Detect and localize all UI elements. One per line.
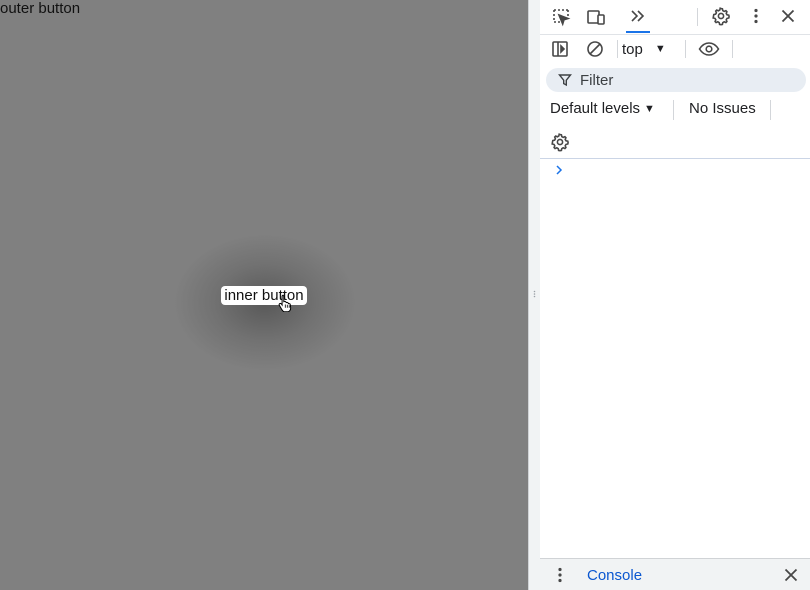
levels-divider xyxy=(770,100,771,120)
tabbar-divider xyxy=(697,8,698,26)
devtools-panel: top ▼ Default leve xyxy=(540,0,810,590)
live-expression-eye-icon[interactable] xyxy=(697,37,721,61)
console-toolbar: top ▼ xyxy=(540,34,810,64)
toolbar-divider xyxy=(617,40,618,58)
filter-box[interactable] xyxy=(546,68,806,92)
filter-input[interactable] xyxy=(580,71,780,89)
active-tab-indicator xyxy=(626,31,650,33)
show-sidebar-icon[interactable] xyxy=(548,37,572,61)
splitter-grip-icon xyxy=(533,290,536,298)
prompt-chevron-icon xyxy=(556,165,563,175)
select-element-icon[interactable] xyxy=(549,5,573,29)
kebab-menu-icon[interactable] xyxy=(744,4,768,28)
close-devtools-icon[interactable] xyxy=(776,4,800,28)
log-levels-label: Default levels xyxy=(550,100,641,117)
console-prompt[interactable] xyxy=(540,160,810,184)
drawer-tab-console[interactable]: Console xyxy=(587,567,642,584)
more-tabs-icon[interactable] xyxy=(626,4,650,28)
toolbar-divider xyxy=(732,40,733,58)
filter-row xyxy=(540,66,810,94)
clear-console-icon[interactable] xyxy=(583,37,607,61)
context-selector-value: top xyxy=(622,40,643,58)
hand-pointer-cursor-icon xyxy=(278,294,292,312)
settings-icon[interactable] xyxy=(709,4,733,28)
console-settings-icon[interactable] xyxy=(548,130,572,154)
page-viewport: outer button inner button xyxy=(0,0,528,590)
issues-counter[interactable]: No Issues xyxy=(689,100,756,117)
console-settings-row xyxy=(540,126,810,159)
inner-button[interactable]: inner button xyxy=(221,286,307,305)
log-levels-arrow-icon: ▼ xyxy=(644,102,655,115)
context-dropdown-arrow-icon: ▼ xyxy=(654,43,666,55)
drawer-tabbar: Console xyxy=(540,558,810,590)
filter-funnel-icon xyxy=(558,74,572,87)
context-selector[interactable]: top ▼ xyxy=(622,39,666,59)
levels-row: Default levels ▼ No Issues xyxy=(540,96,810,124)
levels-divider xyxy=(673,100,674,120)
drawer-menu-kebab-icon[interactable] xyxy=(548,563,572,587)
panel-splitter[interactable] xyxy=(528,0,540,590)
log-levels-dropdown[interactable]: Default levels ▼ xyxy=(550,100,655,117)
device-toolbar-icon[interactable] xyxy=(584,5,608,29)
toolbar-divider xyxy=(685,40,686,58)
screen: outer button inner button top ▼ Filter D… xyxy=(0,0,810,590)
devtools-tabbar xyxy=(540,0,810,35)
outer-button[interactable]: outer button xyxy=(0,0,80,18)
close-drawer-icon[interactable] xyxy=(779,563,803,587)
